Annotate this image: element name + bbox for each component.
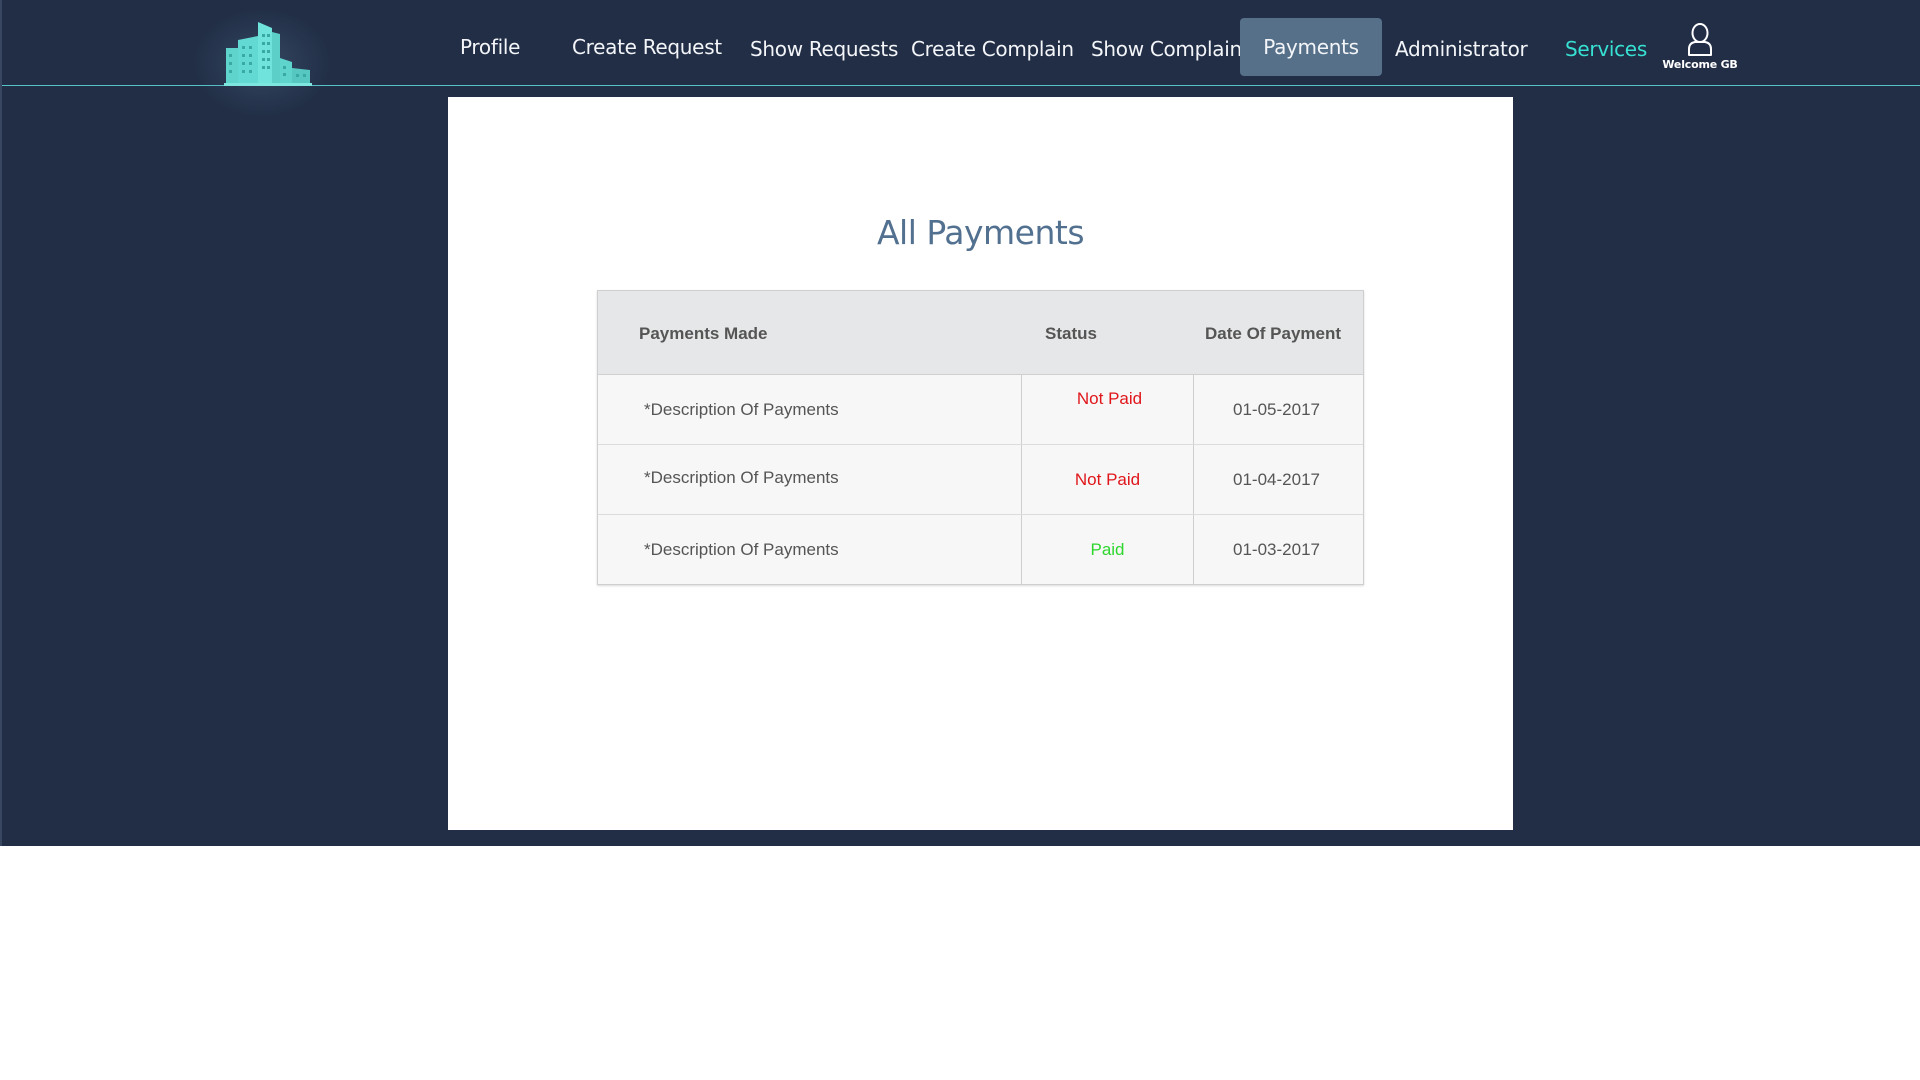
payments-table: Payments Made Status Date Of Payment *De… [597,290,1364,585]
payment-description: *Description Of Payments [598,375,1022,444]
table-row: *Description Of Payments Not Paid 01-04-… [598,445,1363,515]
status-badge: Not Paid [1022,375,1194,444]
welcome-label: Welcome GB [1662,58,1738,71]
payment-date: 01-05-2017 [1233,400,1320,419]
top-navigation-bar: Profile Create Request Show Requests Cre… [2,0,1920,118]
header-status: Status [1045,324,1097,343]
nav-item-services[interactable]: Services [1565,20,1647,78]
table-row: *Description Of Payments Paid 01-03-2017 [598,515,1363,584]
nav-item-show-complains[interactable]: Show Complains [1091,20,1252,78]
page-title: All Payments [876,213,1085,252]
app-background: Profile Create Request Show Requests Cre… [0,0,1920,846]
user-menu[interactable]: Welcome GB [1660,22,1740,78]
status-badge: Paid [1022,515,1194,584]
payment-description: *Description Of Payments [598,515,1022,584]
nav-item-show-requests[interactable]: Show Requests [750,20,898,78]
payment-description: *Description Of Payments [598,445,1022,514]
header-payments-made: Payments Made [639,324,768,343]
payment-date: 01-04-2017 [1233,470,1320,489]
nav-item-create-request[interactable]: Create Request [572,18,722,76]
payments-panel: All Payments Payments Made Status Date O… [448,97,1513,830]
payment-date: 01-03-2017 [1233,540,1320,559]
status-badge: Not Paid [1022,445,1194,514]
user-icon [1660,22,1740,56]
nav-item-administrator[interactable]: Administrator [1395,20,1528,78]
nav-item-create-complain[interactable]: Create Complain [911,20,1074,78]
nav-item-profile[interactable]: Profile [460,18,520,76]
table-header: Payments Made Status Date Of Payment [598,291,1363,375]
table-row: *Description Of Payments Not Paid 01-05-… [598,375,1363,445]
nav-item-payments[interactable]: Payments [1240,18,1382,76]
header-date-of-payment: Date Of Payment [1205,324,1342,343]
buildings-logo-icon[interactable] [224,18,312,88]
